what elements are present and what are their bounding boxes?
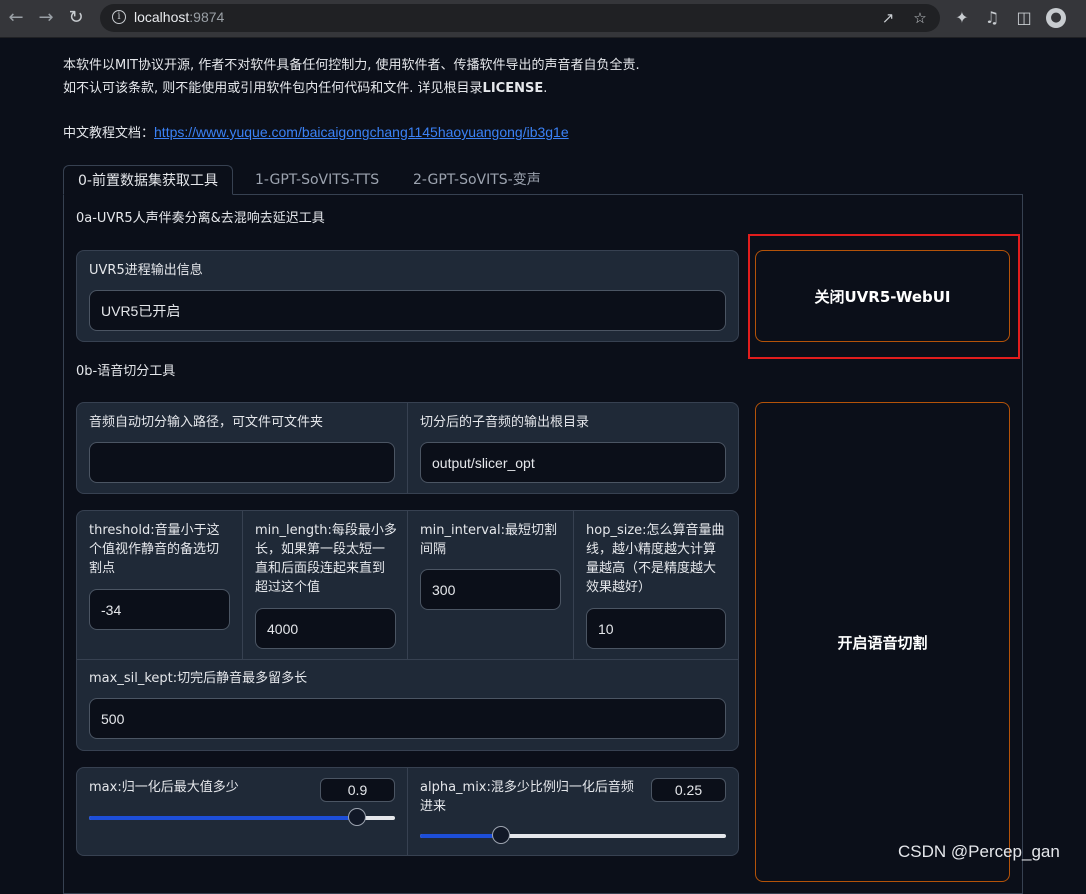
media-queue-icon[interactable]: ♫: [982, 8, 1002, 28]
doc-link[interactable]: https://www.yuque.com/baicaigongchang114…: [154, 124, 569, 140]
divider: [407, 768, 408, 855]
doc-line: 中文教程文档：https://www.yuque.com/baicaigongc…: [63, 122, 569, 141]
max-sil-kept-label: max_sil_kept:切完后静音最多留多长: [89, 671, 308, 686]
slicer-section-title: 0b-语音切分工具: [76, 364, 176, 379]
output-dir-label: 切分后的子音频的输出根目录: [420, 415, 590, 430]
notice-line-1: 本软件以MIT协议开源, 作者不对软件具备任何控制力, 使用软件者、传播软件导出…: [63, 58, 640, 73]
bookmark-star-icon[interactable]: ☆: [910, 8, 930, 28]
browser-toolbar: ← → ↻ i localhost:9874 ↗ ☆ ✦ ♫ ◫ ●: [0, 0, 1086, 38]
doc-label: 中文教程文档：: [63, 126, 155, 141]
tab-voice-change[interactable]: 2-GPT-SoVITS-变声: [399, 165, 555, 195]
max-sil-kept-input[interactable]: 500: [89, 698, 726, 739]
divider: [407, 403, 408, 493]
input-path-field[interactable]: [89, 442, 395, 483]
alpha-mix-label: alpha_mix:混多少比例归一化后音频进来: [420, 780, 634, 814]
max-slider-fill: [89, 816, 358, 820]
threshold-input[interactable]: -34: [89, 589, 230, 630]
license-notice: 本软件以MIT协议开源, 作者不对软件具备任何控制力, 使用软件者、传播软件导出…: [63, 54, 640, 100]
divider: [573, 511, 574, 659]
divider: [77, 659, 738, 660]
hop-size-label: hop_size:怎么算音量曲线，越小精度越大计算量越高（不是精度越大效果越好）: [586, 523, 725, 595]
input-path-label: 音频自动切分输入路径，可文件可文件夹: [89, 415, 324, 430]
min-length-label: min_length:每段最小多长，如果第一段太短一直和后面段连起来直到超过这个…: [255, 523, 397, 595]
tab-dataset-tools[interactable]: 0-前置数据集获取工具: [63, 165, 233, 195]
max-slider-thumb[interactable]: [348, 808, 367, 826]
alpha-mix-slider-thumb[interactable]: [492, 826, 510, 844]
highlight-frame: [748, 234, 1020, 359]
address-text[interactable]: localhost:9874: [134, 9, 224, 25]
output-dir-field[interactable]: output/slicer_opt: [420, 442, 726, 483]
watermark: CSDN @Percep_gan: [898, 842, 1060, 861]
side-panel-icon[interactable]: ◫: [1014, 8, 1034, 28]
tab-tts[interactable]: 1-GPT-SoVITS-TTS: [241, 165, 393, 195]
max-slider[interactable]: [89, 808, 395, 826]
uvr5-info-block: UVR5进程输出信息 UVR5已开启: [76, 250, 739, 342]
alpha-mix-number-input[interactable]: 0.25: [651, 778, 726, 802]
slicer-path-block: 音频自动切分输入路径，可文件可文件夹 切分后的子音频的输出根目录 output/…: [76, 402, 739, 494]
uvr5-info-label: UVR5进程输出信息: [89, 263, 203, 278]
hop-size-input[interactable]: 10: [586, 608, 726, 649]
max-label: max:归一化后最大值多少: [89, 780, 239, 795]
uvr5-section-title: 0a-UVR5人声伴奏分离&去混响去延迟工具: [76, 211, 325, 226]
extensions-puzzle-icon[interactable]: ✦: [952, 8, 972, 28]
forward-arrow-icon[interactable]: →: [34, 6, 58, 30]
threshold-label: threshold:音量小于这个值视作静音的备选切割点: [89, 523, 220, 576]
divider: [407, 511, 408, 659]
reload-icon[interactable]: ↻: [64, 6, 88, 30]
divider: [242, 511, 243, 659]
address-bar[interactable]: i localhost:9874 ↗ ☆: [100, 4, 940, 32]
uvr5-info-output[interactable]: UVR5已开启: [89, 290, 726, 331]
min-length-input[interactable]: 4000: [255, 608, 396, 649]
share-icon[interactable]: ↗: [878, 8, 898, 28]
start-slicing-button[interactable]: 开启语音切割: [755, 402, 1010, 882]
site-info-icon[interactable]: i: [112, 10, 126, 24]
slicer-params-block: threshold:音量小于这个值视作静音的备选切割点 -34 min_leng…: [76, 510, 739, 751]
max-number-input[interactable]: 0.9: [320, 778, 395, 802]
min-interval-input[interactable]: 300: [420, 569, 561, 610]
min-interval-label: min_interval:最短切割间隔: [420, 523, 557, 557]
back-arrow-icon[interactable]: ←: [4, 6, 28, 30]
alpha-mix-slider-fill: [420, 834, 501, 838]
profile-avatar-icon[interactable]: ●: [1046, 8, 1066, 28]
alpha-mix-slider[interactable]: [420, 826, 726, 844]
notice-line-2: 如不认可该条款, 则不能使用或引用软件包内任何代码和文件. 详见根目录LICEN…: [63, 81, 548, 96]
slicer-sliders-block: max:归一化后最大值多少 0.9 alpha_mix:混多少比例归一化后音频进…: [76, 767, 739, 856]
